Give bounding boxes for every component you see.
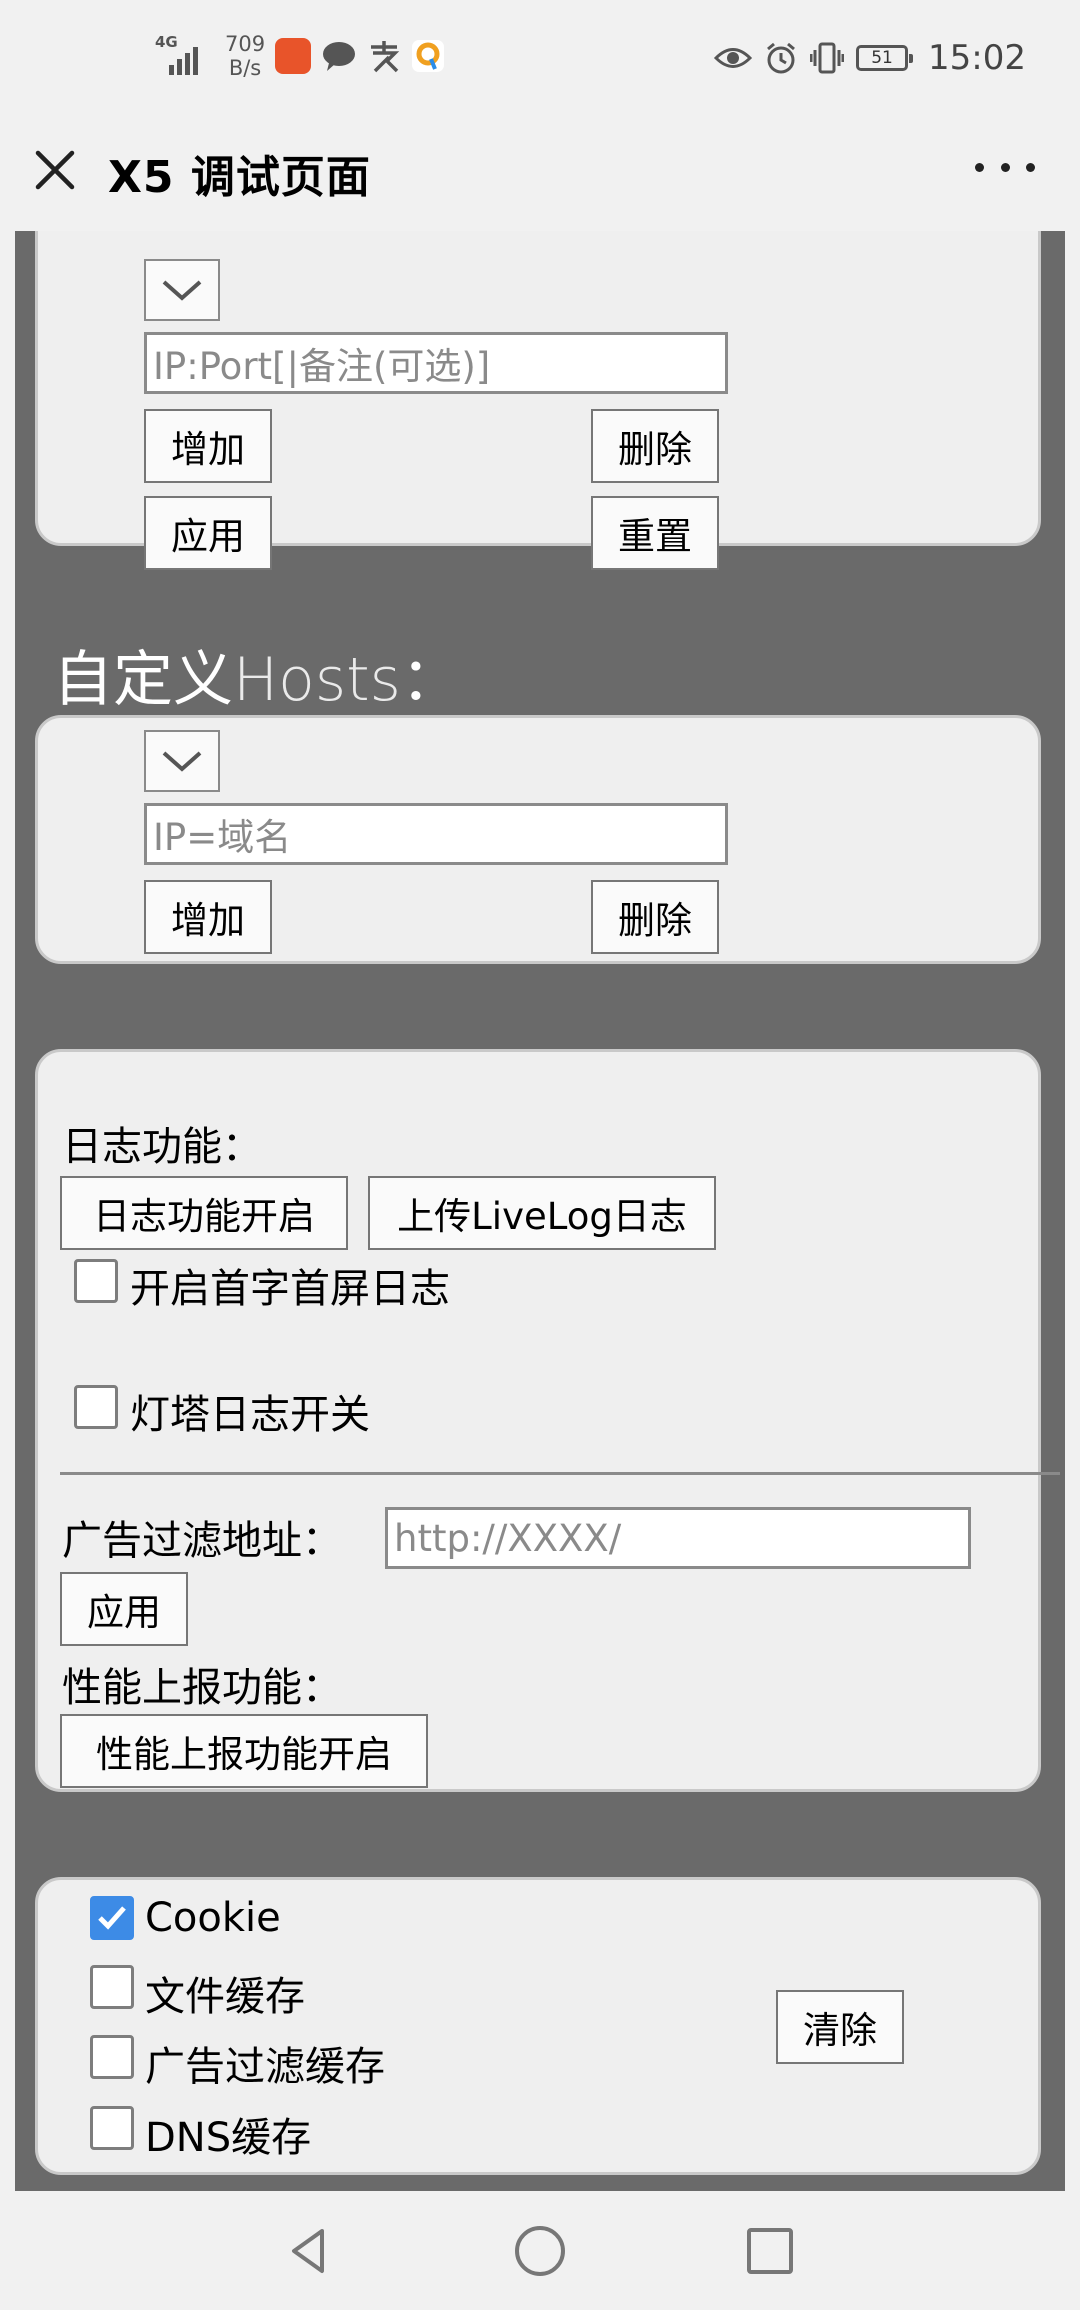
ad-filter-label: 广告过滤地址： <box>62 1518 342 1564</box>
cache-panel: Cookie 文件缓存 广告过滤缓存 DNS缓存 清除 <box>35 1877 1041 2175</box>
ad-filter-apply-button[interactable]: 应用 <box>60 1572 188 1646</box>
hosts-add-button[interactable]: 增加 <box>144 880 272 954</box>
proxy-reset-button[interactable]: 重置 <box>591 496 719 570</box>
beacon-log-label: 灯塔日志开关 <box>130 1392 370 1438</box>
page-title: X5 调试页面 <box>108 152 371 203</box>
clock: 15:02 <box>928 38 1026 78</box>
navigation-bar <box>0 2191 1080 2310</box>
proxy-add-button[interactable]: 增加 <box>144 409 272 483</box>
log-panel: 日志功能： 日志功能开启 上传LiveLog日志 开启首字首屏日志 灯塔日志开关… <box>35 1049 1060 1792</box>
log-divider <box>60 1472 1060 1475</box>
check-icon <box>98 1906 126 1930</box>
perf-label: 性能上报功能： <box>62 1665 342 1711</box>
qq-browser-icon <box>412 40 445 72</box>
hosts-delete-button[interactable]: 删除 <box>591 880 719 954</box>
dns-cache-checkbox[interactable] <box>90 2106 134 2150</box>
cookie-checkbox[interactable] <box>90 1896 134 1940</box>
ad-filter-input[interactable]: http://XXXX/ <box>385 1507 971 1569</box>
status-left: 4G 709 B/s <box>155 32 445 80</box>
proxy-select[interactable] <box>144 259 220 321</box>
speed-value: 709 <box>225 32 266 56</box>
signal-icon: 4G <box>155 35 211 77</box>
hosts-input[interactable]: IP=域名 <box>144 803 728 865</box>
proxy-input[interactable]: IP:Port[|备注(可选)] <box>144 332 728 394</box>
chevron-down-icon <box>162 280 202 301</box>
cookie-label: Cookie <box>145 1895 281 1941</box>
hosts-section-title: 自定义Hosts： <box>53 631 461 718</box>
hosts-title-colon: ： <box>400 645 461 715</box>
clear-cache-button[interactable]: 清除 <box>776 1990 904 2064</box>
more-icon[interactable] <box>975 157 1035 177</box>
title-bar: X5 调试页面 <box>0 125 1080 231</box>
alipay-icon <box>371 41 400 73</box>
close-icon[interactable] <box>30 145 80 195</box>
perf-enable-button[interactable]: 性能上报功能开启 <box>60 1714 428 1788</box>
beacon-log-checkbox[interactable] <box>74 1385 118 1429</box>
hosts-panel: IP=域名 增加 删除 <box>35 715 1041 964</box>
alarm-icon <box>767 42 795 74</box>
vibrate-icon <box>810 42 845 74</box>
speed-unit: B/s <box>228 56 262 80</box>
ad-filter-cache-label: 广告过滤缓存 <box>145 2044 385 2090</box>
home-circle-icon[interactable] <box>512 2223 568 2279</box>
network-speed: 709 B/s <box>225 32 265 80</box>
first-screen-log-label: 开启首字首屏日志 <box>130 1266 450 1312</box>
proxy-apply-button[interactable]: 应用 <box>144 496 272 570</box>
status-right: 51 15:02 <box>714 38 1026 78</box>
hosts-title-cn: 自定义 <box>53 645 233 715</box>
first-screen-log-checkbox[interactable] <box>74 1259 118 1303</box>
file-cache-checkbox[interactable] <box>90 1965 134 2009</box>
eye-icon <box>714 48 753 68</box>
back-triangle-icon[interactable] <box>282 2223 338 2279</box>
log-enable-button[interactable]: 日志功能开启 <box>60 1176 348 1250</box>
dns-cache-label: DNS缓存 <box>145 2115 312 2161</box>
proxy-panel: IP:Port[|备注(可选)] 增加 删除 应用 重置 <box>35 231 1041 570</box>
app-notification-icon <box>275 38 312 74</box>
ad-filter-cache-checkbox[interactable] <box>90 2035 134 2079</box>
recents-square-icon[interactable] <box>742 2223 798 2279</box>
hosts-title-en: Hosts <box>233 645 401 715</box>
file-cache-label: 文件缓存 <box>145 1974 305 2020</box>
log-label: 日志功能： <box>62 1124 262 1170</box>
upload-livelog-button[interactable]: 上传LiveLog日志 <box>368 1176 716 1250</box>
status-bar: 4G 709 B/s 51 15:02 <box>0 0 1080 125</box>
battery-icon: 51 <box>856 45 914 71</box>
proxy-delete-button[interactable]: 删除 <box>591 409 719 483</box>
chevron-down-icon <box>162 751 202 772</box>
debug-content[interactable]: IP:Port[|备注(可选)] 增加 删除 应用 重置 自定义Hosts： I… <box>15 231 1065 2191</box>
message-icon <box>323 42 356 71</box>
hosts-select[interactable] <box>144 730 220 792</box>
